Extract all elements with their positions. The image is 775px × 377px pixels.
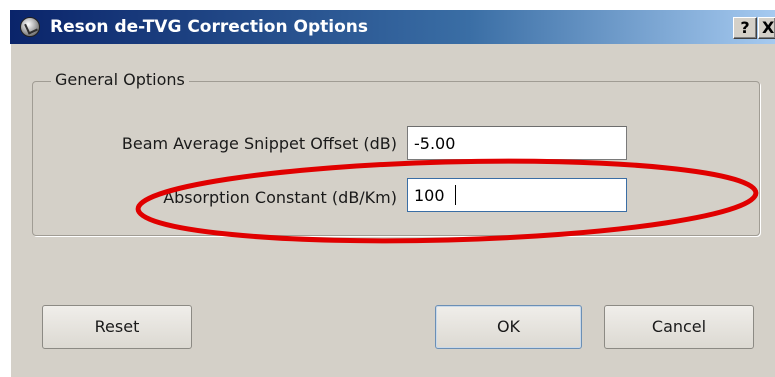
- app-globe-icon: [20, 17, 40, 37]
- general-options-group: [32, 81, 760, 236]
- absorption-constant-label: Absorption Constant (dB/Km): [163, 188, 397, 207]
- absorption-constant-input[interactable]: [407, 178, 627, 212]
- close-button[interactable]: X: [758, 17, 775, 39]
- help-button[interactable]: ?: [733, 17, 757, 39]
- ok-button[interactable]: OK: [435, 305, 582, 349]
- title-bar[interactable]: Reson de-TVG Correction Options ? X: [10, 10, 775, 44]
- window-title: Reson de-TVG Correction Options: [50, 17, 368, 37]
- cancel-button[interactable]: Cancel: [604, 305, 754, 349]
- beam-offset-input[interactable]: [407, 126, 627, 160]
- reset-button[interactable]: Reset: [42, 305, 192, 349]
- group-title: General Options: [51, 70, 189, 90]
- beam-offset-label: Beam Average Snippet Offset (dB): [121, 134, 397, 153]
- text-caret: [455, 185, 456, 205]
